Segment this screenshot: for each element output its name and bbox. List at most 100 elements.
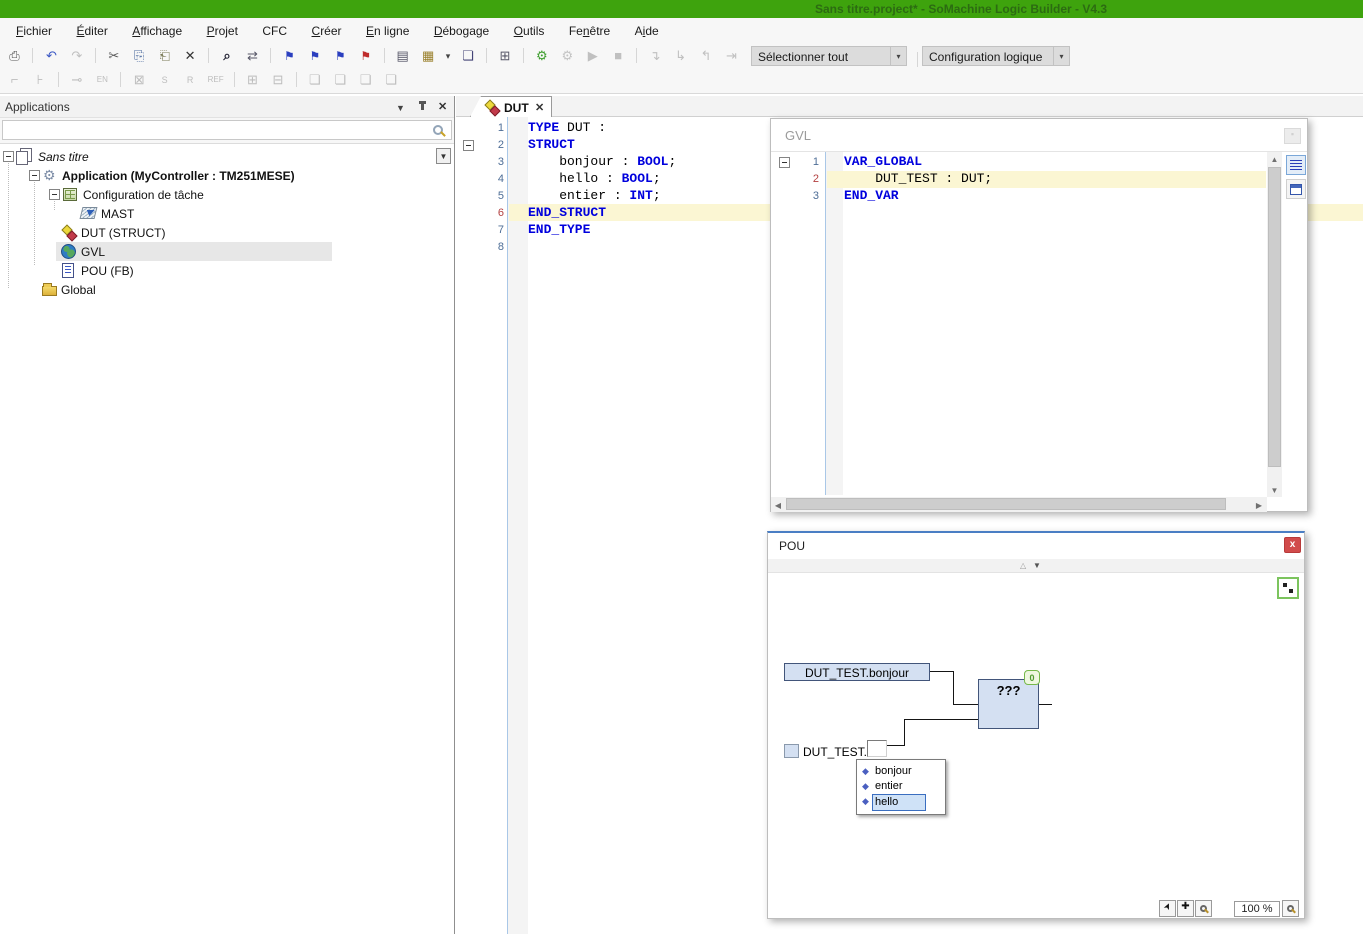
paste-special-icon[interactable]: ▤ (392, 45, 413, 67)
zoom-fit-button[interactable] (1282, 900, 1299, 917)
select-tool-button[interactable]: ➤ (1159, 900, 1176, 917)
zoom-tool-button[interactable] (1195, 900, 1212, 917)
replace-icon[interactable]: ⇄ (242, 45, 263, 67)
expander-minus[interactable] (29, 170, 40, 181)
scrollbar-thumb[interactable] (1268, 167, 1281, 467)
menu-affichage[interactable]: Affichage (122, 18, 192, 44)
tab-dut[interactable]: DUT ✕ (470, 96, 552, 117)
menu-aide[interactable]: Aide (625, 18, 669, 44)
cut-icon[interactable]: ✂ (103, 45, 124, 67)
pan-tool-button[interactable]: ✚ (1177, 900, 1194, 917)
menu-outils[interactable]: Outils (504, 18, 555, 44)
grid-icon[interactable]: ▦ (418, 45, 439, 67)
step-out-icon[interactable]: ↰ (696, 45, 717, 67)
cfc-set-icon[interactable]: S (154, 69, 175, 91)
step-over-icon[interactable]: ↴ (645, 45, 666, 67)
grid-dropdown-icon[interactable]: ▾ (443, 45, 453, 67)
order-up-icon[interactable]: ❏ (355, 69, 376, 91)
menu-creer[interactable]: Créer (302, 18, 352, 44)
new-object-icon[interactable]: ❏ (458, 45, 479, 67)
horizontal-scrollbar[interactable]: ◀ ▶ (771, 497, 1267, 512)
bookmark-next-icon[interactable]: ⚑ (304, 45, 325, 67)
cfc-pin-label[interactable]: DUT_TEST. (803, 745, 867, 759)
scrollbar-thumb[interactable] (786, 498, 1226, 510)
logic-config-combo[interactable]: Configuration logique (922, 46, 1054, 66)
select-all-combo-arrow[interactable]: ▾ (891, 46, 907, 66)
menu-cfc[interactable]: CFC (252, 18, 297, 44)
splitter-down-icon[interactable]: ▼ (1033, 561, 1041, 570)
code-line[interactable]: VAR_GLOBAL (844, 154, 922, 171)
cfc-decompose-icon[interactable]: ⊟ (267, 69, 288, 91)
bookmark-prev-icon[interactable]: ⚑ (330, 45, 351, 67)
gvl-window-button[interactable]: ▪ (1284, 128, 1301, 144)
cfc-negate-icon[interactable]: ⊸ (66, 69, 87, 91)
fold-minus-icon[interactable] (463, 140, 474, 151)
tree-item-global[interactable]: Global (0, 280, 454, 299)
splitter-up-icon[interactable]: △ (1020, 561, 1026, 570)
tree-item-configuration-tache[interactable]: Configuration de tâche (0, 185, 454, 204)
run-to-cursor-icon[interactable]: ⇥ (721, 45, 742, 67)
order-front-icon[interactable]: ❏ (304, 69, 325, 91)
select-all-combo[interactable]: Sélectionner tout (751, 46, 891, 66)
menu-editer[interactable]: Éditer (66, 18, 117, 44)
text-view-button[interactable] (1286, 155, 1306, 175)
order-back-icon[interactable]: ❏ (330, 69, 351, 91)
tree-item-sans-titre[interactable]: Sans titre (0, 147, 454, 166)
vertical-scrollbar[interactable]: ▲ ▼ (1267, 152, 1282, 497)
bookmark-toggle-icon[interactable]: ⚑ (279, 45, 300, 67)
table-view-button[interactable] (1286, 179, 1306, 199)
code-line[interactable]: END_VAR (844, 188, 899, 205)
tree-item-dut[interactable]: DUT (STRUCT) (0, 223, 454, 242)
dropdown-item-entier[interactable]: ◆ entier (857, 779, 945, 794)
cfc-compose-icon[interactable]: ⊞ (242, 69, 263, 91)
dropdown-item-bonjour[interactable]: ◆ bonjour (857, 764, 945, 779)
fold-minus-icon[interactable] (779, 157, 790, 168)
member-edit-field[interactable] (867, 740, 887, 757)
bookmark-clear-icon[interactable]: ⚑ (355, 45, 376, 67)
copy-icon[interactable]: ⎘ (129, 45, 150, 67)
logic-config-combo-arrow[interactable]: ▾ (1054, 46, 1070, 66)
cfc-operator-block[interactable]: ??? (978, 679, 1039, 729)
tree-item-mast[interactable]: MAST (0, 204, 454, 223)
tree-item-pou[interactable]: POU (FB) (0, 261, 454, 280)
scroll-down-icon[interactable]: ▼ (1267, 483, 1282, 497)
tab-close-icon[interactable]: ✕ (535, 101, 544, 114)
menu-fichier[interactable]: Fichier (6, 18, 62, 44)
build-icon[interactable]: ⊞ (494, 45, 515, 67)
cfc-input-pin-square[interactable] (784, 744, 799, 758)
panel-menu-icon[interactable]: ▼ (396, 103, 405, 113)
scroll-up-icon[interactable]: ▲ (1267, 152, 1282, 166)
find-icon[interactable]: ⌕ (217, 45, 238, 67)
cfc-en-eno-icon[interactable]: EN (92, 69, 113, 91)
pou-close-button[interactable]: x (1284, 537, 1301, 553)
order-down-icon[interactable]: ❏ (381, 69, 402, 91)
cfc-input-icon[interactable]: ⌐ (4, 69, 25, 91)
expander-minus[interactable] (3, 151, 14, 162)
print-icon[interactable]: ⎙ (4, 45, 25, 67)
login-icon[interactable]: ⚙ (531, 45, 552, 67)
code-line[interactable]: DUT_TEST : DUT; (844, 171, 992, 188)
paste-icon[interactable]: ⎗ (154, 45, 175, 67)
tree-search-input[interactable] (2, 120, 452, 140)
cfc-none-icon[interactable]: ⊠ (129, 69, 150, 91)
route-connections-button[interactable] (1277, 577, 1299, 599)
stop-icon[interactable]: ■ (608, 45, 629, 67)
cfc-reset-icon[interactable]: R (180, 69, 201, 91)
cfc-output-icon[interactable]: ⊦ (29, 69, 50, 91)
step-into-icon[interactable]: ↳ (670, 45, 691, 67)
menu-fenetre[interactable]: Fenêtre (559, 18, 620, 44)
cfc-input-block[interactable]: DUT_TEST.bonjour (784, 663, 930, 681)
menu-projet[interactable]: Projet (197, 18, 248, 44)
menu-en-ligne[interactable]: En ligne (356, 18, 419, 44)
scroll-left-icon[interactable]: ◀ (771, 497, 785, 512)
logout-icon[interactable]: ⚙ (557, 45, 578, 67)
run-icon[interactable]: ▶ (582, 45, 603, 67)
tree-item-application[interactable]: ⚙ Application (MyController : TM251MESE) (0, 166, 454, 185)
undo-icon[interactable]: ↶ (41, 45, 62, 67)
scroll-right-icon[interactable]: ▶ (1252, 497, 1266, 512)
pou-splitter[interactable]: △ ▼ (768, 559, 1304, 573)
panel-close-icon[interactable]: ✕ (438, 100, 447, 113)
expander-minus[interactable] (49, 189, 60, 200)
tree-item-gvl[interactable]: GVL (0, 242, 454, 261)
redo-icon[interactable]: ↷ (66, 45, 87, 67)
